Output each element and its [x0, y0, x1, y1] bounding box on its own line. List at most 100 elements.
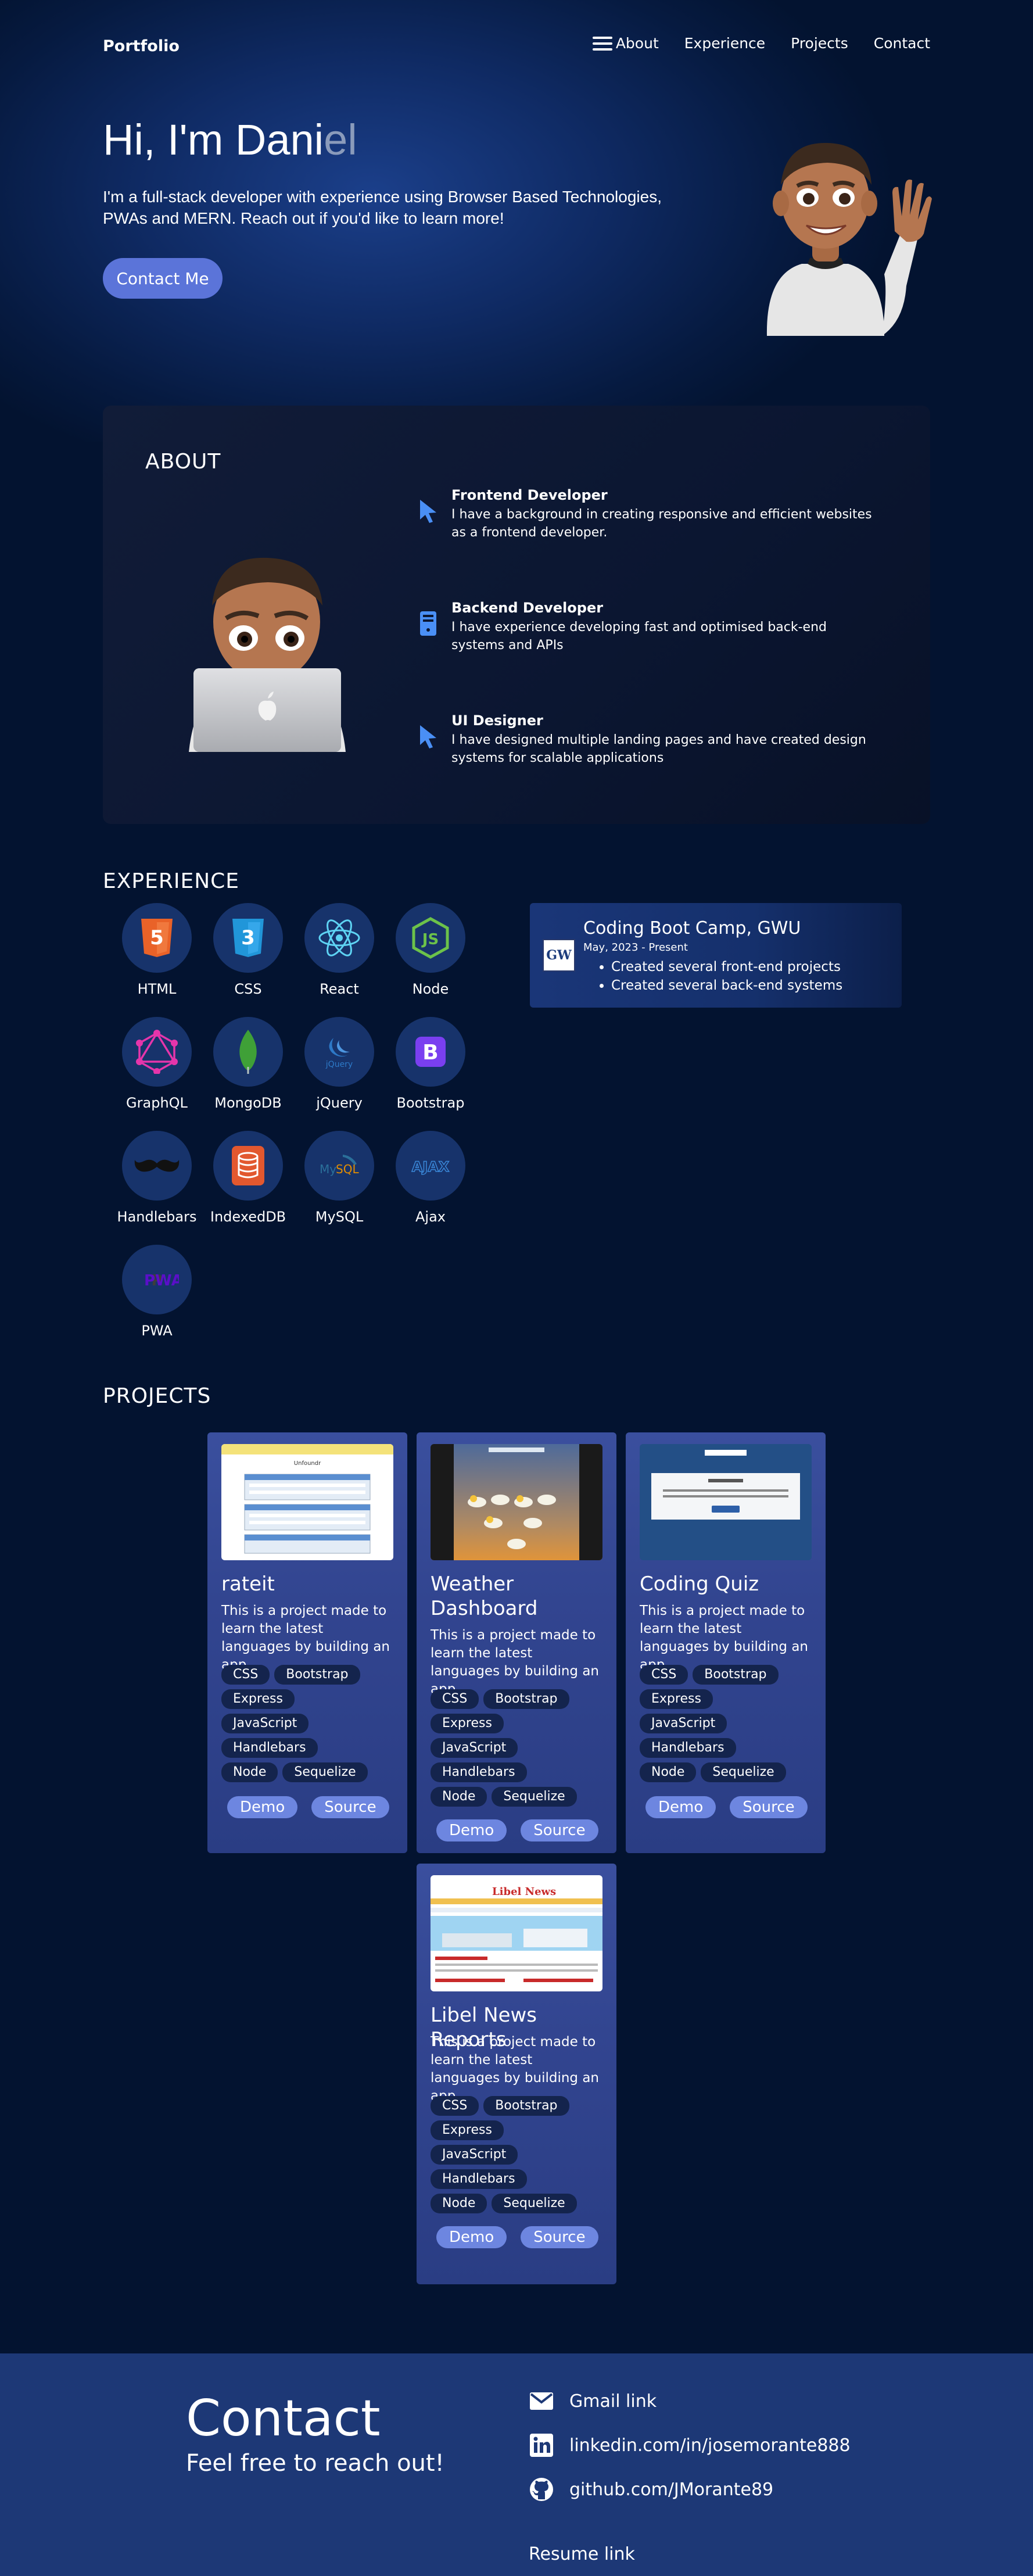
tag: JavaScript [221, 1714, 309, 1733]
project-screenshot [431, 1444, 602, 1560]
tag: CSS [431, 2096, 479, 2116]
contact-me-button[interactable]: Contact Me [103, 258, 223, 299]
nav-item-contact[interactable]: Contact [874, 35, 930, 52]
svg-text:5: 5 [150, 926, 164, 950]
skill-label: MySQL [315, 1209, 364, 1225]
handlebars-icon [122, 1131, 192, 1201]
skill-label: IndexedDB [210, 1209, 286, 1225]
tag: Express [431, 2120, 504, 2140]
project-tags: CSS Bootstrap Express JavaScript Handleb… [431, 2096, 616, 2213]
experience-points: Created several front-end projects Creat… [611, 958, 842, 995]
tag: JavaScript [640, 1714, 727, 1733]
demo-button[interactable]: Demo [645, 1796, 716, 1818]
experience-date: May, 2023 - Present [583, 941, 688, 954]
about-title: ABOUT [145, 450, 221, 474]
tag: Express [221, 1689, 295, 1709]
gmail-link-label[interactable]: Gmail link [569, 2391, 657, 2412]
skill-node: JS Node [390, 903, 471, 1008]
skill-handlebars: Handlebars [116, 1131, 198, 1235]
about-item-title: Backend Developer [451, 600, 604, 616]
linkedin-link-label[interactable]: linkedin.com/in/josemorante888 [569, 2435, 851, 2456]
nav-logo[interactable]: Portfolio [103, 37, 180, 55]
indexeddb-icon [213, 1131, 283, 1201]
project-screenshot: Libel News [431, 1875, 602, 1991]
tag: Sequelize [701, 1762, 786, 1782]
github-link[interactable]: github.com/JMorante89 [529, 2477, 773, 2502]
bootstrap-icon: B [396, 1017, 465, 1087]
svg-text:SQL: SQL [336, 1162, 359, 1176]
tag: Node [431, 2194, 487, 2213]
skill-label: React [320, 981, 359, 997]
mongodb-icon [213, 1017, 283, 1087]
tag: CSS [431, 1689, 479, 1709]
project-description: This is a project made to learn the late… [431, 1628, 600, 1697]
project-name: rateit [221, 1572, 275, 1596]
project-name: Weather Dashboard [431, 1572, 538, 1620]
nav-item-about-label[interactable]: About [616, 35, 659, 52]
project-description: This is a project made to learn the late… [221, 1603, 390, 1672]
experience-point: Created several back-end systems [611, 976, 842, 995]
gmail-link[interactable]: Gmail link [529, 2388, 657, 2414]
projects-title: PROJECTS [103, 1384, 211, 1408]
waving-avatar-image [766, 142, 932, 336]
svg-text:3: 3 [241, 926, 255, 950]
tag: JavaScript [431, 2145, 518, 2165]
resume-link[interactable]: Resume link [529, 2544, 635, 2564]
server-icon [420, 611, 436, 636]
project-buttons: Demo Source [436, 1819, 598, 1841]
hero-title: Hi, I'm Daniel [103, 115, 357, 164]
page: Portfolio About Experience Projects Cont… [0, 0, 1033, 2576]
about-item-title: Frontend Developer [451, 487, 608, 503]
github-link-label[interactable]: github.com/JMorante89 [569, 2480, 773, 2500]
tag: Handlebars [221, 1738, 318, 1758]
source-button[interactable]: Source [521, 1819, 598, 1841]
ajax-icon: AJAX [396, 1131, 465, 1201]
project-buttons: Demo Source [227, 1796, 389, 1818]
skill-label: PWA [141, 1323, 173, 1339]
linkedin-link[interactable]: linkedin.com/in/josemorante888 [529, 2432, 851, 2458]
about-item-title: UI Designer [451, 712, 543, 729]
tag: JavaScript [431, 1738, 518, 1758]
about-item-frontend: Frontend Developer I have a background i… [417, 487, 881, 542]
pwa-icon: P PWA [122, 1245, 192, 1314]
cursor-icon [420, 500, 436, 523]
skill-label: Bootstrap [396, 1095, 465, 1111]
experience-title-text: Coding Boot Camp, GWU [583, 918, 801, 938]
mail-icon [529, 2388, 554, 2414]
menu-icon[interactable] [592, 36, 612, 51]
top-nav: About Experience Projects Contact [592, 35, 930, 52]
jquery-icon: jQuery [304, 1017, 374, 1087]
nav-item-experience[interactable]: Experience [684, 35, 765, 52]
source-button[interactable]: Source [311, 1796, 389, 1818]
project-screenshot: Unfoundr [221, 1444, 393, 1560]
source-button[interactable]: Source [730, 1796, 808, 1818]
svg-text:AJAX: AJAX [412, 1159, 450, 1175]
hero-title-main: Hi, I'm Dani [103, 116, 324, 164]
project-buttons: Demo Source [436, 2226, 598, 2248]
svg-text:JS: JS [421, 931, 439, 948]
project-card-libel: Libel News Libel News Reports This is a … [417, 1864, 616, 2284]
demo-button[interactable]: Demo [436, 2226, 507, 2248]
skill-css: 3 CSS [207, 903, 289, 1008]
skill-label: jQuery [316, 1095, 363, 1111]
nav-item-projects[interactable]: Projects [791, 35, 848, 52]
skill-label: Node [412, 981, 449, 997]
source-button[interactable]: Source [521, 2226, 598, 2248]
experience-title: EXPERIENCE [103, 869, 240, 893]
svg-text:B: B [422, 1041, 438, 1065]
tag: Sequelize [282, 1762, 368, 1782]
skill-mysql: My SQL MySQL [299, 1131, 380, 1235]
skill-label: CSS [234, 981, 262, 997]
experience-card: GW Coding Boot Camp, GWU May, 2023 - Pre… [530, 903, 902, 1008]
nav-item-about[interactable]: About [592, 35, 659, 52]
skill-label: GraphQL [126, 1095, 188, 1111]
demo-button[interactable]: Demo [436, 1819, 507, 1841]
about-item-text: I have designed multiple landing pages a… [451, 733, 866, 765]
skill-label: Handlebars [117, 1209, 197, 1225]
skill-bootstrap: B Bootstrap [390, 1017, 471, 1122]
tag: Handlebars [431, 2169, 527, 2189]
about-item-ui: UI Designer I have designed multiple lan… [417, 712, 881, 767]
linkedin-icon [529, 2432, 554, 2458]
skill-label: HTML [137, 981, 177, 997]
demo-button[interactable]: Demo [227, 1796, 298, 1818]
